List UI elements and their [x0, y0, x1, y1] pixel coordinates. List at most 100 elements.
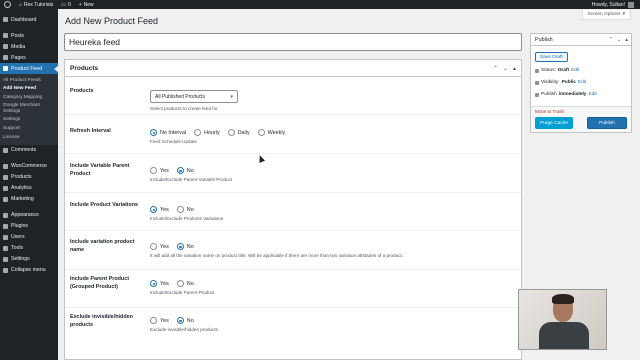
exclude-hidden-yes[interactable]: Yes: [150, 317, 169, 324]
screen-options-button[interactable]: Screen Options ▾: [581, 10, 631, 20]
variation-name-row: Include variation product name Yes No It…: [65, 231, 521, 270]
radio-icon: [227, 129, 235, 136]
products-row: Products All Published Products ▾ Select …: [65, 77, 521, 115]
sidebar-item-label: Media: [11, 43, 26, 50]
submenu-google-merchant-settings[interactable]: Google Merchant Settings: [0, 102, 58, 116]
toggle-panel-icon[interactable]: ▴: [513, 65, 516, 72]
submenu-settings[interactable]: Settings: [0, 116, 58, 125]
grouped-parent-label: Include Parent Product (Grouped Product): [70, 276, 130, 290]
product-variations-row: Include Product Variations Yes No Includ…: [65, 193, 521, 231]
save-draft-button[interactable]: Save Draft: [535, 52, 568, 62]
sidebar-item-label: Pages: [11, 54, 26, 61]
radio-selected-icon: [150, 206, 157, 213]
product-variations-yes[interactable]: Yes: [150, 206, 169, 213]
submenu-support[interactable]: Support: [0, 124, 58, 133]
radio-label: Weekly: [267, 129, 286, 136]
sidebar-item-product-feed[interactable]: Product Feed: [0, 63, 58, 74]
refresh-interval-description: Feed Schedule Update: [150, 139, 197, 144]
admin-bar: ⌂ Rex Tutorials ▭ 0 + New Howdy, Sultan!: [0, 0, 640, 9]
products-select[interactable]: All Published Products ▾: [150, 90, 238, 103]
radio-label: Yes: [160, 280, 169, 287]
webcam-overlay: [518, 289, 607, 350]
radio-label: Hourly: [204, 129, 220, 136]
sidebar-item-comments[interactable]: Comments: [0, 145, 58, 156]
submenu-add-new-feed[interactable]: Add New Feed: [0, 85, 58, 94]
products-description: Select products to create feed for.: [150, 106, 219, 111]
radio-label: No Interval: [160, 129, 187, 136]
products-metabox: Products ⌃ ⌄ ▴ Products All Published Pr…: [64, 59, 522, 360]
appearance-icon: [3, 212, 8, 218]
sidebar-item-label: WooCommerce: [11, 163, 47, 170]
sidebar-item-users[interactable]: Users: [0, 232, 58, 243]
refresh-option-daily[interactable]: Daily: [227, 129, 250, 136]
submenu-license[interactable]: License: [0, 133, 58, 142]
chevron-up-icon[interactable]: ⌃: [608, 37, 613, 43]
move-to-trash-link[interactable]: Move to Trash: [535, 109, 564, 114]
sidebar-item-pages[interactable]: Pages: [0, 52, 58, 63]
grouped-parent-yes[interactable]: Yes: [150, 280, 169, 287]
exclude-hidden-description: Exclude invisible/hidden products: [150, 327, 218, 332]
product-feed-submenu: All Product Feeds Add New Feed Category …: [0, 74, 58, 145]
refresh-option-no-interval[interactable]: No Interval: [150, 129, 186, 136]
screen-options-label: Screen Options: [587, 12, 621, 17]
exclude-hidden-row: Exclude invisible/hidden products Yes No…: [65, 308, 521, 348]
comments-link[interactable]: ▭ 0: [57, 0, 75, 9]
new-content-link[interactable]: + New: [75, 0, 98, 9]
variable-parent-yes[interactable]: Yes: [150, 167, 169, 174]
sidebar-item-media[interactable]: Media: [0, 41, 58, 52]
variation-name-yes[interactable]: Yes: [150, 243, 169, 250]
sidebar-item-posts[interactable]: Posts: [0, 30, 58, 41]
publish-button[interactable]: Publish: [587, 117, 627, 129]
sidebar-item-appearance[interactable]: Appearance: [0, 210, 58, 221]
howdy-text: Howdy, Sultan!: [591, 1, 625, 8]
woocommerce-icon: [3, 163, 8, 169]
refresh-option-hourly[interactable]: Hourly: [194, 129, 220, 136]
media-icon: [3, 44, 8, 49]
variable-parent-no[interactable]: No: [176, 167, 194, 174]
variation-name-label: Include variation product name: [70, 239, 135, 253]
refresh-interval-label: Refresh Interval: [70, 128, 111, 134]
chevron-down-icon[interactable]: ⌄: [503, 65, 508, 72]
sidebar-item-plugins[interactable]: Plugins: [0, 221, 58, 232]
submenu-category-mapping[interactable]: Category Mapping: [0, 93, 58, 102]
sidebar-item-marketing[interactable]: Marketing: [0, 194, 58, 205]
collapse-icon: [3, 267, 8, 273]
edit-publish-time-link[interactable]: Edit: [588, 92, 596, 97]
chevron-up-icon[interactable]: ⌃: [493, 65, 498, 72]
site-name-link[interactable]: ⌂ Rex Tutorials: [15, 0, 57, 9]
user-menu[interactable]: Howdy, Sultan!: [591, 1, 640, 8]
site-name: Rex Tutorials: [24, 1, 54, 8]
sidebar-item-analytics[interactable]: Analytics: [0, 183, 58, 194]
sidebar-item-woocommerce[interactable]: WooCommerce: [0, 161, 58, 172]
wordpress-logo[interactable]: [0, 0, 15, 9]
variation-name-no[interactable]: No: [176, 243, 194, 250]
home-icon: ⌂: [19, 1, 23, 8]
purge-cache-button[interactable]: Purge Cache: [535, 117, 573, 129]
status-label: Status:: [541, 68, 556, 73]
grouped-parent-no[interactable]: No: [176, 280, 194, 287]
refresh-option-weekly[interactable]: Weekly: [257, 129, 286, 136]
sidebar-item-settings[interactable]: Settings: [0, 254, 58, 265]
edit-status-link[interactable]: Edit: [571, 68, 579, 73]
radio-icon: [150, 167, 157, 174]
feed-title-input[interactable]: Heureka feed: [64, 33, 522, 51]
sidebar-item-products[interactable]: Products: [0, 172, 58, 183]
edit-visibility-link[interactable]: Edit: [578, 80, 586, 85]
submenu-all-feeds[interactable]: All Product Feeds: [0, 76, 58, 85]
sidebar-item-label: Marketing: [11, 196, 34, 203]
variable-parent-row: Include Variable Parent Product Yes No I…: [65, 154, 521, 193]
toggle-panel-icon[interactable]: ▴: [625, 37, 628, 43]
sidebar-item-tools[interactable]: Tools: [0, 243, 58, 254]
calendar-icon: [535, 92, 539, 97]
sidebar-collapse-menu[interactable]: Collapse menu: [0, 265, 58, 276]
sidebar-item-label: Collapse menu: [11, 267, 46, 274]
tools-icon: [3, 245, 8, 251]
product-variations-no[interactable]: No: [176, 206, 194, 213]
chevron-down-icon[interactable]: ⌄: [617, 37, 622, 43]
sidebar-item-dashboard[interactable]: Dashboard: [0, 14, 58, 25]
radio-label: No: [186, 280, 194, 287]
exclude-hidden-no[interactable]: No: [176, 317, 194, 324]
products-select-value: All Published Products: [155, 93, 206, 100]
publish-time-line: Publish immediately Edit: [535, 92, 597, 97]
radio-selected-icon: [150, 129, 157, 136]
